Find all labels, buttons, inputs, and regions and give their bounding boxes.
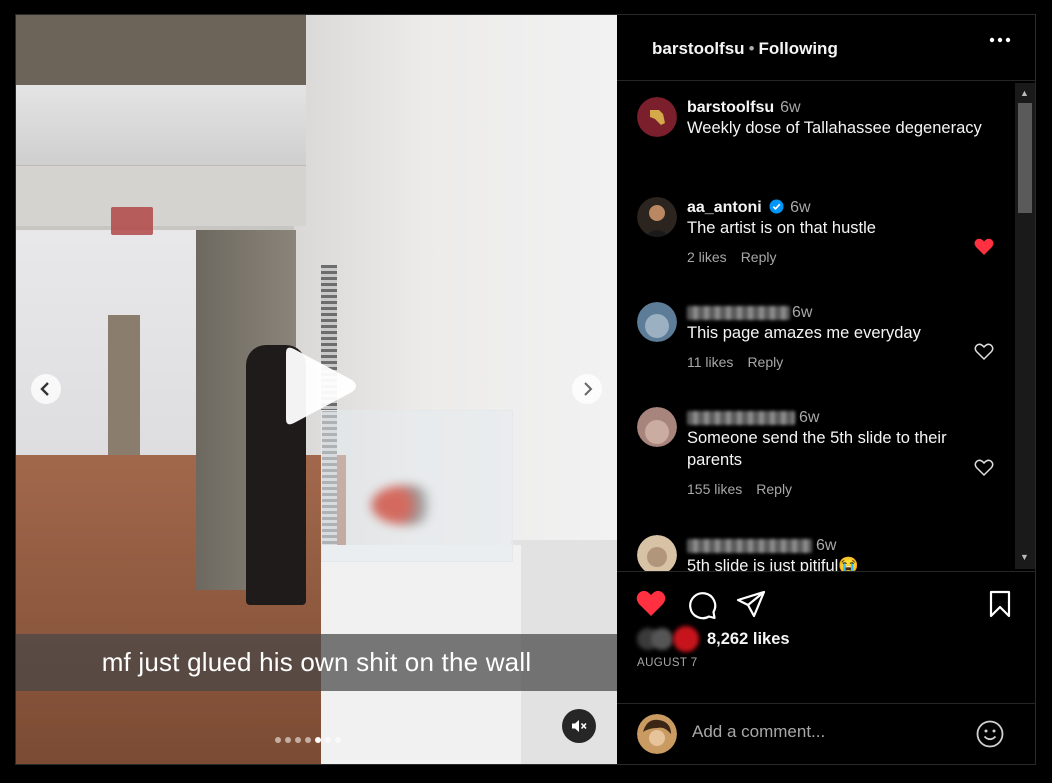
blurred-username[interactable] <box>687 305 790 320</box>
comment-text: Someone send the 5th slide to their pare… <box>687 429 947 469</box>
comment-text: Weekly dose of Tallahassee degeneracy <box>687 119 982 137</box>
slide-dot <box>275 737 281 743</box>
comment-meta: 155 likes Reply <box>687 481 972 497</box>
avatar <box>673 626 699 652</box>
reply-button[interactable]: Reply <box>741 249 777 265</box>
slide-dot <box>325 737 331 743</box>
post-date: AUGUST 7 <box>637 657 698 669</box>
chevron-left-icon <box>40 382 49 396</box>
scrollbar-thumb[interactable] <box>1018 103 1032 213</box>
ceiling-panel <box>16 85 306 165</box>
comment: 6w This page amazes me everyday 11 likes… <box>687 304 967 370</box>
post-header: barstoolfsu • Following <box>617 15 1035 81</box>
username-link[interactable]: barstoolfsu <box>652 39 745 58</box>
blurred-username[interactable] <box>687 538 812 553</box>
heart-filled-icon[interactable] <box>974 238 994 256</box>
play-icon[interactable] <box>280 345 360 427</box>
reply-button[interactable]: Reply <box>756 481 792 497</box>
avatar[interactable] <box>637 97 677 137</box>
avatar[interactable] <box>637 302 677 342</box>
chevron-right-icon <box>584 382 593 396</box>
slide-dot <box>295 737 301 743</box>
comment-username[interactable]: aa_antoni <box>687 199 762 216</box>
video-caption: mf just glued his own shit on the wall <box>16 634 617 691</box>
comment-username[interactable]: barstoolfsu <box>687 99 774 116</box>
verified-badge-icon <box>769 199 784 214</box>
avatar[interactable] <box>637 197 677 237</box>
liker-avatars <box>637 626 703 652</box>
mute-button[interactable] <box>562 709 596 743</box>
comment-meta: 11 likes Reply <box>687 354 967 370</box>
scroll-up-icon[interactable]: ▲ <box>1020 88 1029 98</box>
door <box>108 315 140 465</box>
avatar[interactable] <box>637 407 677 447</box>
speaker-muted-icon <box>572 720 587 732</box>
share-icon[interactable] <box>736 590 766 618</box>
comment-text: This page amazes me everyday <box>687 324 921 342</box>
avatar <box>651 628 673 650</box>
add-comment-input[interactable]: Add a comment... <box>692 722 825 742</box>
avatar[interactable] <box>637 535 677 571</box>
emoji-icon[interactable] <box>976 720 1004 748</box>
post-side-panel: barstoolfsu • Following barstoolfsu 6w Week… <box>617 15 1035 764</box>
blurred-username[interactable] <box>687 410 795 425</box>
exit-sign <box>111 207 153 235</box>
comment: aa_antoni 6w The artist is on that hustl… <box>687 199 967 265</box>
post-media[interactable]: mf just glued his own shit on the wall <box>16 15 617 764</box>
comment-time: 6w <box>816 537 837 554</box>
separator: • <box>748 39 755 58</box>
comment-bar: Add a comment... <box>617 703 1035 764</box>
comment-time: 6w <box>792 304 813 321</box>
comment-likes[interactable]: 11 likes <box>687 354 733 370</box>
author-comment: barstoolfsu 6w Weekly dose of Tallahassee… <box>687 99 982 139</box>
comment: 6w Someone send the 5th slide to their p… <box>687 409 972 497</box>
next-slide-button[interactable] <box>572 374 602 404</box>
comments-list[interactable]: barstoolfsu 6w Weekly dose of Tallahassee… <box>617 81 1035 571</box>
likes-row: 8,262 likes <box>637 626 790 652</box>
reply-button[interactable]: Reply <box>747 354 783 370</box>
comment: 6w 5th slide is just pitiful😭 <box>687 537 972 571</box>
comment-time: 6w <box>780 99 801 116</box>
heart-outline-icon[interactable] <box>974 459 994 477</box>
comment-text: 5th slide is just pitiful😭 <box>687 557 859 571</box>
more-horizontal-icon[interactable] <box>989 37 1011 43</box>
comment-meta: 2 likes Reply <box>687 249 967 265</box>
slide-dot <box>305 737 311 743</box>
blurred-object <box>371 485 441 525</box>
my-avatar[interactable] <box>637 714 677 754</box>
slide-indicator <box>275 737 341 743</box>
heart-outline-icon[interactable] <box>974 343 994 361</box>
comment-likes[interactable]: 2 likes <box>687 249 727 265</box>
ceiling-grid <box>16 165 306 226</box>
ceiling <box>16 15 306 85</box>
comment-likes[interactable]: 155 likes <box>687 481 742 497</box>
heart-filled-icon[interactable] <box>636 590 666 617</box>
comment-time: 6w <box>799 409 820 426</box>
post-header-user: barstoolfsu • Following <box>652 39 838 59</box>
following-button[interactable]: Following <box>759 39 838 58</box>
slide-dot-active <box>315 737 321 743</box>
slide-dot <box>335 737 341 743</box>
comment-time: 6w <box>790 199 811 216</box>
slide-dot <box>285 737 291 743</box>
bookmark-icon[interactable] <box>988 590 1012 618</box>
post-modal: mf just glued his own shit on the wall b… <box>15 14 1036 765</box>
comment-text: The artist is on that hustle <box>687 219 876 237</box>
previous-slide-button[interactable] <box>31 374 61 404</box>
scroll-down-icon[interactable]: ▼ <box>1020 552 1029 562</box>
comment-icon[interactable] <box>687 590 717 620</box>
likes-count[interactable]: 8,262 likes <box>707 630 790 649</box>
